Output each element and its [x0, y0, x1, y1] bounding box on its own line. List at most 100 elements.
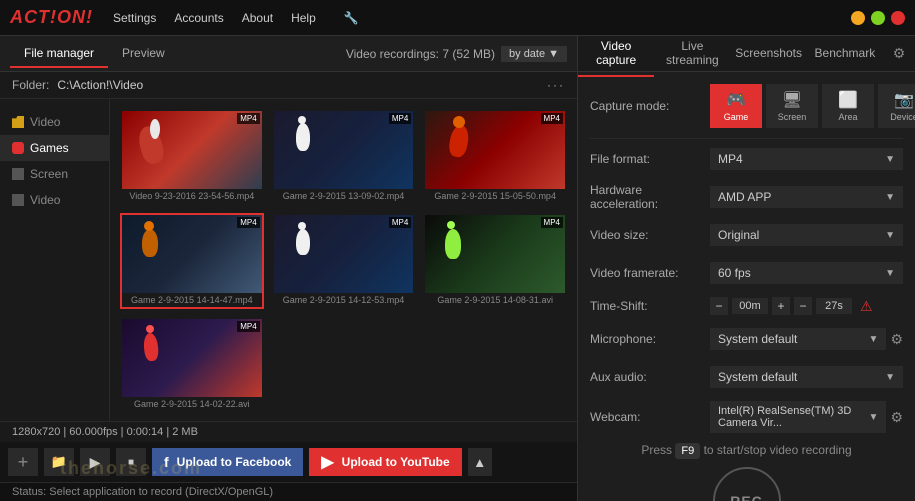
right-tab-bar: Video capture Live streaming Screenshots… — [578, 36, 915, 72]
right-content: Capture mode: 🎮 Game 🖥 Screen ⬜ Area — [578, 72, 915, 501]
video-framerate-dropdown[interactable]: 60 fps ▼ — [710, 262, 903, 284]
close-button[interactable]: × — [891, 11, 905, 25]
microphone-settings-icon[interactable]: ⚙ — [890, 331, 903, 348]
aux-dropdown[interactable]: System default ▼ — [710, 366, 903, 388]
hw-accel-row: Hardware acceleration: AMD APP ▼ — [590, 183, 903, 211]
controller-icon — [12, 142, 24, 154]
stop-button[interactable]: ■ — [116, 448, 146, 476]
capture-device-button[interactable]: 📷 Device — [878, 84, 915, 128]
sidebar-item-video2[interactable]: Video — [0, 187, 109, 213]
sort-button[interactable]: by date ▼ — [501, 46, 567, 62]
tab-screenshots[interactable]: Screenshots — [731, 38, 807, 70]
bottom-bar: 1280x720 | 60.000fps | 0:00:14 | 2 MB + … — [0, 421, 577, 482]
folder-label: Folder: — [12, 78, 49, 92]
video-size-dropdown[interactable]: Original ▼ — [710, 224, 903, 246]
video-thumb-0[interactable]: MP4 Video 9-23-2016 23-54-56.mp4 — [120, 109, 264, 205]
tab-video-capture[interactable]: Video capture — [578, 31, 654, 77]
divider-1 — [590, 138, 903, 139]
press-hint: Press F9 to start/stop video recording — [641, 443, 851, 457]
capture-device-label: Device — [890, 112, 915, 122]
aux-label: Aux audio: — [590, 370, 710, 384]
thumb-format-0: MP4 — [237, 113, 259, 124]
video-thumb-3[interactable]: MP4 Game 2-9-2015 14-14-47.mp4 — [120, 213, 264, 309]
file-format-label: File format: — [590, 152, 710, 166]
video-framerate-label: Video framerate: — [590, 266, 710, 280]
left-tab-bar: File manager Preview Video recordings: 7… — [0, 36, 577, 72]
webcam-dropdown[interactable]: Intel(R) RealSense(TM) 3D Camera Vir... … — [710, 401, 886, 433]
menu-about[interactable]: About — [242, 11, 273, 25]
thumb-caption-1: Game 2-9-2015 13-09-02.mp4 — [274, 189, 414, 203]
video-meta: 1280x720 | 60.000fps | 0:00:14 | 2 MB — [0, 422, 577, 442]
capture-area-button[interactable]: ⬜ Area — [822, 84, 874, 128]
thumb-format-5: MP4 — [541, 217, 563, 228]
right-settings-button[interactable]: ⚙ — [883, 36, 915, 72]
maximize-button[interactable]: □ — [871, 11, 885, 25]
microphone-value: System default — [718, 332, 797, 346]
rec-button[interactable]: REC — [713, 467, 781, 501]
tab-preview[interactable]: Preview — [108, 40, 179, 68]
menu-accounts[interactable]: Accounts — [174, 11, 223, 25]
sidebar-item-games[interactable]: Games — [0, 135, 109, 161]
timeshift-minus1-button[interactable]: − — [710, 297, 728, 315]
menu-help[interactable]: Help — [291, 11, 316, 25]
folder-icon — [12, 116, 24, 128]
device-icon: 📷 — [894, 90, 914, 110]
capture-screen-button[interactable]: 🖥 Screen — [766, 84, 818, 128]
video-size-arrow-icon: ▼ — [885, 230, 895, 241]
webcam-settings-icon[interactable]: ⚙ — [890, 409, 903, 426]
webcam-row: Webcam: Intel(R) RealSense(TM) 3D Camera… — [590, 401, 903, 433]
thumb-format-3: MP4 — [237, 217, 259, 228]
video-framerate-row: Video framerate: 60 fps ▼ — [590, 259, 903, 287]
add-button[interactable]: + — [8, 448, 38, 476]
hw-accel-label: Hardware acceleration: — [590, 183, 710, 211]
open-folder-button[interactable]: 📁 — [44, 448, 74, 476]
content-area: Video Games Screen Video — [0, 99, 577, 421]
video-thumb-6[interactable]: MP4 Game 2-9-2015 14-02-22.avi — [120, 317, 264, 413]
timeshift-minus2-button[interactable]: − — [794, 297, 812, 315]
file-format-row: File format: MP4 ▼ — [590, 145, 903, 173]
game-icon: 🎮 — [726, 90, 746, 110]
main-layout: File manager Preview Video recordings: 7… — [0, 36, 915, 501]
timeshift-alert-icon[interactable]: ⚠ — [860, 298, 873, 315]
upload-more-button[interactable]: ▲ — [468, 448, 492, 476]
wrench-icon[interactable]: 🔧 — [344, 11, 359, 25]
thumb-caption-6: Game 2-9-2015 14-02-22.avi — [122, 397, 262, 411]
video-thumb-4[interactable]: MP4 Game 2-9-2015 14-12-53.mp4 — [272, 213, 416, 309]
microphone-dropdown[interactable]: System default ▼ — [710, 328, 886, 350]
upload-youtube-button[interactable]: ▶ Upload to YouTube — [309, 448, 461, 476]
capture-mode-buttons: 🎮 Game 🖥 Screen ⬜ Area 📷 Device — [710, 84, 915, 128]
logo-act: ACT — [10, 7, 50, 27]
sidebar-item-video[interactable]: Video — [0, 109, 109, 135]
play-button[interactable]: ▶ — [80, 448, 110, 476]
right-panel: Video capture Live streaming Screenshots… — [578, 36, 915, 501]
timeshift-controls: − 00m + − 27s ⚠ — [710, 297, 873, 315]
hw-accel-dropdown[interactable]: AMD APP ▼ — [710, 186, 903, 208]
microphone-row: Microphone: System default ▼ ⚙ — [590, 325, 903, 353]
area-icon: ⬜ — [838, 90, 858, 110]
aux-arrow-icon: ▼ — [885, 372, 895, 383]
timeshift-plus-button[interactable]: + — [772, 297, 790, 315]
sidebar-item-screen[interactable]: Screen — [0, 161, 109, 187]
capture-game-label: Game — [724, 112, 749, 122]
status-bar: Status: Select application to record (Di… — [0, 482, 577, 501]
file-format-dropdown[interactable]: MP4 ▼ — [710, 148, 903, 170]
video-thumb-1[interactable]: MP4 Game 2-9-2015 13-09-02.mp4 — [272, 109, 416, 205]
folder-options-button[interactable]: ··· — [547, 78, 565, 92]
capture-game-button[interactable]: 🎮 Game — [710, 84, 762, 128]
capture-area-label: Area — [838, 112, 857, 122]
upload-facebook-button[interactable]: f Upload to Facebook — [152, 448, 303, 476]
video-thumb-5[interactable]: MP4 Game 2-9-2015 14-08-31.avi — [423, 213, 567, 309]
folder-path: C:\Action!\Video — [57, 78, 143, 92]
thumb-caption-5: Game 2-9-2015 14-08-31.avi — [425, 293, 565, 307]
timeshift-val1: 00m — [732, 298, 768, 314]
tab-benchmark[interactable]: Benchmark — [807, 38, 883, 70]
tab-live-streaming[interactable]: Live streaming — [654, 31, 730, 77]
upload-yt-label: Upload to YouTube — [342, 455, 450, 469]
tab-file-manager[interactable]: File manager — [10, 40, 108, 68]
menu-settings[interactable]: Settings — [113, 11, 156, 25]
recording-info: Video recordings: 7 (52 MB) by date ▼ — [346, 46, 567, 62]
timeshift-val2: 27s — [816, 298, 852, 314]
mic-arrow-icon: ▼ — [869, 334, 879, 345]
video-thumb-2[interactable]: MP4 Game 2-9-2015 15-05-50.mp4 — [423, 109, 567, 205]
minimize-button[interactable]: – — [851, 11, 865, 25]
